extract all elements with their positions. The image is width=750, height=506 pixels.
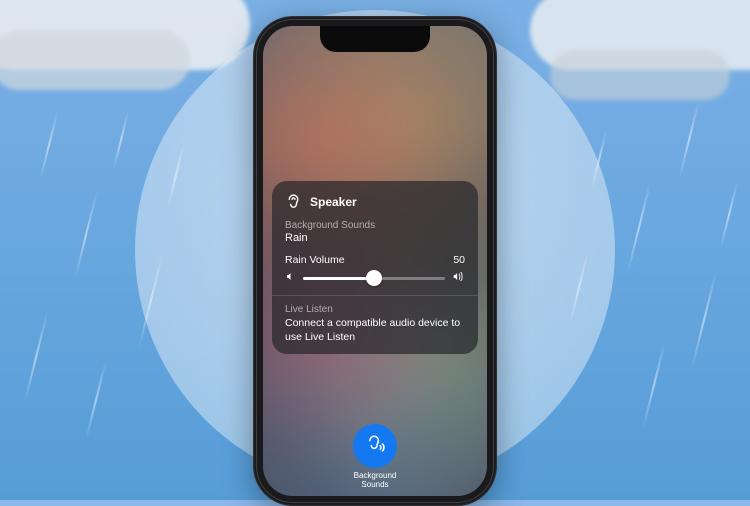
background-sounds-label: Background Sounds: [285, 220, 465, 231]
background-sounds-tile-label: BackgroundSounds: [354, 472, 397, 490]
phone-frame: Speaker Background Sounds Rain Rain Volu…: [253, 16, 497, 506]
hearing-panel: Speaker Background Sounds Rain Rain Volu…: [272, 181, 478, 354]
cloud-decoration: [0, 30, 190, 90]
volume-slider-fill: [303, 277, 374, 280]
volume-slider-row: [285, 271, 465, 285]
volume-slider-thumb[interactable]: [366, 270, 382, 286]
ear-waves-icon: [363, 432, 387, 461]
volume-value: 50: [453, 254, 465, 266]
background-sounds-tile[interactable]: BackgroundSounds: [353, 424, 397, 490]
panel-divider: [272, 295, 478, 296]
phone-screen: Speaker Background Sounds Rain Rain Volu…: [263, 26, 487, 496]
volume-high-icon: [452, 271, 465, 285]
panel-header: Speaker: [285, 193, 465, 210]
live-listen-description: Connect a compatible audio device to use…: [285, 316, 465, 344]
panel-title: Speaker: [310, 195, 357, 209]
cloud-decoration: [550, 50, 730, 100]
phone-notch: [320, 26, 430, 52]
background-sounds-value[interactable]: Rain: [285, 232, 465, 244]
volume-row: Rain Volume 50: [285, 254, 465, 266]
live-listen-label: Live Listen: [285, 304, 465, 315]
volume-low-icon: [285, 271, 296, 285]
volume-label: Rain Volume: [285, 254, 345, 266]
volume-slider[interactable]: [303, 277, 445, 280]
ear-icon: [285, 193, 302, 210]
background-sounds-tile-circle[interactable]: [353, 424, 397, 468]
